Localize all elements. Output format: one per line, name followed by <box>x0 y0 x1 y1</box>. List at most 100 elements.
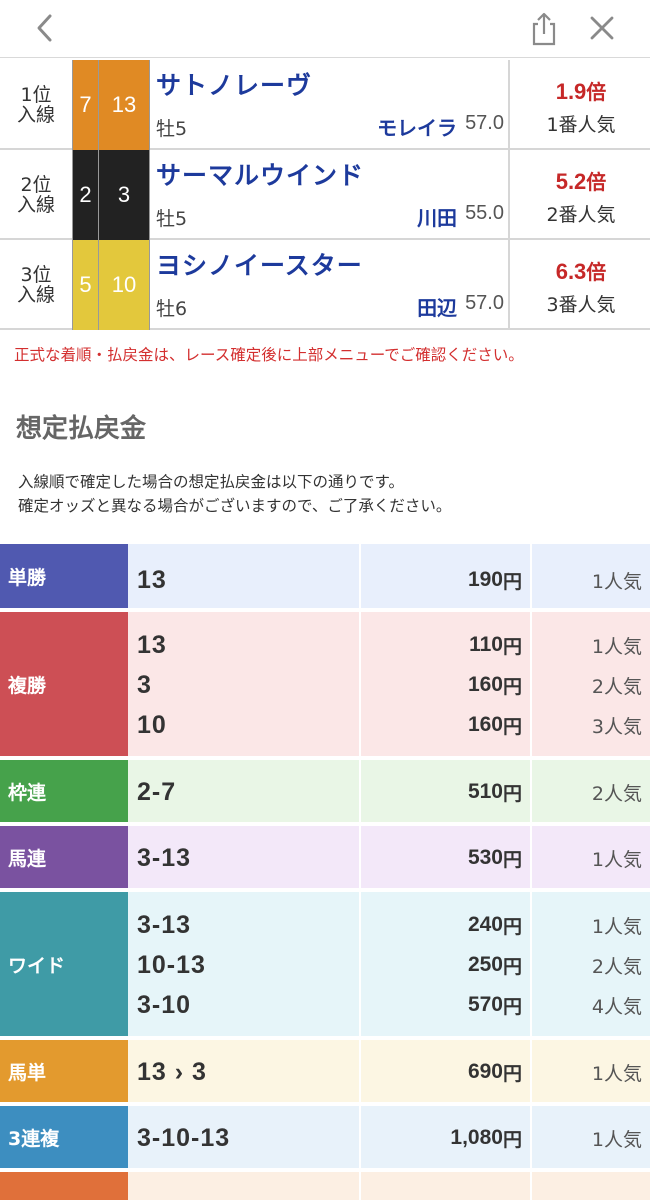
amount-value: 110 <box>469 633 503 656</box>
combination-cell: 13 › 3 <box>130 1040 361 1102</box>
popularity-cell: 1人気 <box>532 826 650 888</box>
popularity-cell: 1人気 2人気 4人気 <box>532 892 650 1036</box>
amount-value: 240 <box>467 913 503 936</box>
payout-popularity: 1人気 <box>591 848 642 871</box>
yen-unit: 円 <box>502 675 522 698</box>
rank-suffix: 入線 <box>16 104 55 126</box>
jockey-name[interactable]: 田辺 <box>417 292 457 321</box>
payout-amount: 690 円 <box>468 1052 522 1092</box>
yen-unit: 円 <box>502 635 522 658</box>
chevron-left-icon[interactable] <box>28 10 64 46</box>
amount-value: 530 <box>467 846 503 869</box>
jockey-info: モレイラ 57.0 <box>377 112 504 141</box>
amount-value: 1,080 <box>450 1126 503 1149</box>
bet-type-label <box>0 1172 128 1200</box>
popularity-cell: 1人気 2人気 3人気 <box>532 612 650 756</box>
payout-popularity: 2人気 <box>591 675 642 698</box>
horse-sex-age: 牡5 <box>156 208 188 230</box>
result-row[interactable]: 1位 入線 7 13 サトノレーヴ 牡5 モレイラ 57.0 1.9倍 1番人気 <box>0 60 650 150</box>
odds-cell: 1.9倍 1番人気 <box>508 60 650 150</box>
amount-value: 190 <box>467 568 503 591</box>
popularity-cell <box>532 1172 650 1200</box>
odds-unit: 倍 <box>586 260 607 284</box>
notice-text: 正式な着順・払戻金は、レース確定後に上部メニューでご確認ください。 <box>14 346 524 364</box>
bet-type-label: 枠連 <box>0 760 128 822</box>
payout-popularity: 3人気 <box>591 715 642 738</box>
combination: 2-7 <box>137 777 177 806</box>
payout-amount-cell: 510 円 <box>361 760 532 822</box>
combination: 10-13 <box>137 950 206 979</box>
amount-value: 160 <box>467 673 503 696</box>
combination-cell: 2-7 <box>130 760 361 822</box>
bracket-number: 7 <box>72 60 99 150</box>
horse-number: 3 <box>99 150 150 240</box>
jockey-info: 田辺 57.0 <box>417 292 504 321</box>
jockey-name[interactable]: モレイラ <box>377 112 457 141</box>
payout-popularity: 2人気 <box>591 782 642 805</box>
horse-sex-age: 牡6 <box>156 298 188 320</box>
popularity-cell: 1人気 <box>532 544 650 608</box>
bet-type-label: 単勝 <box>0 544 128 608</box>
win-odds: 5.2倍 <box>510 166 650 195</box>
payout-row: ワイド 3-13 10-13 3-10 240 円 250 円 570 円 1人気 2人気 4人気 <box>0 892 650 1038</box>
rank-position: 2位 <box>20 174 52 196</box>
odds-value: 5.2 <box>555 169 587 194</box>
popularity: 3番人気 <box>546 294 616 316</box>
rank-position: 3位 <box>20 264 52 286</box>
popularity-cell: 1人気 <box>532 1106 650 1168</box>
top-bar <box>0 0 650 58</box>
horse-name[interactable]: ヨシノイースター <box>156 246 363 282</box>
odds-cell: 5.2倍 2番人気 <box>508 150 650 240</box>
combination: 3-13 <box>137 910 192 939</box>
payout-row: 単勝 13 190 円 1人気 <box>0 544 650 610</box>
popularity: 1番人気 <box>546 114 616 136</box>
payout-amount: 240 円 <box>468 905 522 945</box>
share-icon[interactable] <box>526 8 562 48</box>
bet-type-label: ワイド <box>0 892 128 1036</box>
yen-unit: 円 <box>502 848 522 871</box>
odds-unit: 倍 <box>586 170 607 194</box>
horse-name[interactable]: サトノレーヴ <box>156 66 312 102</box>
jockey-name[interactable]: 川田 <box>417 202 457 231</box>
yen-unit: 円 <box>502 715 522 738</box>
payout-popularity: 1人気 <box>591 570 642 593</box>
bet-type-label: 馬連 <box>0 826 128 888</box>
amount-value: 160 <box>467 713 503 736</box>
payout-row: 馬単 13 › 3 690 円 1人気 <box>0 1040 650 1104</box>
combination: 13 <box>137 630 167 659</box>
rank-suffix: 入線 <box>16 284 55 306</box>
carried-weight: 57.0 <box>465 292 504 314</box>
combination-cell: 3-10-13 <box>130 1106 361 1168</box>
payout-row: 3連複 3-10-13 1,080 円 1人気 <box>0 1106 650 1170</box>
popularity-cell: 1人気 <box>532 1040 650 1102</box>
close-icon[interactable] <box>584 10 620 46</box>
horse-name[interactable]: サーマルウインド <box>156 156 364 192</box>
bet-type-label: 3連複 <box>0 1106 128 1168</box>
horse-number: 10 <box>99 240 150 330</box>
popularity: 2番人気 <box>546 204 616 226</box>
combination-cell <box>130 1172 361 1200</box>
payout-row <box>0 1172 650 1200</box>
payout-popularity: 1人気 <box>591 915 642 938</box>
combination: 3-10 <box>137 990 192 1019</box>
payout-amount: 250 円 <box>468 945 522 985</box>
payout-amount: 160 円 <box>468 705 522 745</box>
rank-position: 1位 <box>20 84 52 106</box>
finish-rank: 2位 入線 <box>0 150 72 240</box>
combination: 3-10-13 <box>137 1123 231 1152</box>
combination-cell: 3-13 10-13 3-10 <box>130 892 361 1036</box>
odds-value: 1.9 <box>555 79 587 104</box>
result-row[interactable]: 3位 入線 5 10 ヨシノイースター 牡6 田辺 57.0 6.3倍 3番人気 <box>0 240 650 330</box>
amount-value: 690 <box>467 1060 503 1083</box>
payout-amount-cell: 240 円 250 円 570 円 <box>361 892 532 1036</box>
yen-unit: 円 <box>502 955 522 978</box>
payout-amount-cell: 690 円 <box>361 1040 532 1102</box>
payout-amount-cell: 190 円 <box>361 544 532 608</box>
finish-rank: 3位 入線 <box>0 240 72 330</box>
payout-popularity: 1人気 <box>591 1062 642 1085</box>
combination: 3 <box>137 670 152 699</box>
result-row[interactable]: 2位 入線 2 3 サーマルウインド 牡5 川田 55.0 5.2倍 2番人気 <box>0 150 650 240</box>
carried-weight: 57.0 <box>465 112 504 134</box>
payout-amount: 530 円 <box>468 838 522 878</box>
payout-row: 枠連 2-7 510 円 2人気 <box>0 760 650 824</box>
